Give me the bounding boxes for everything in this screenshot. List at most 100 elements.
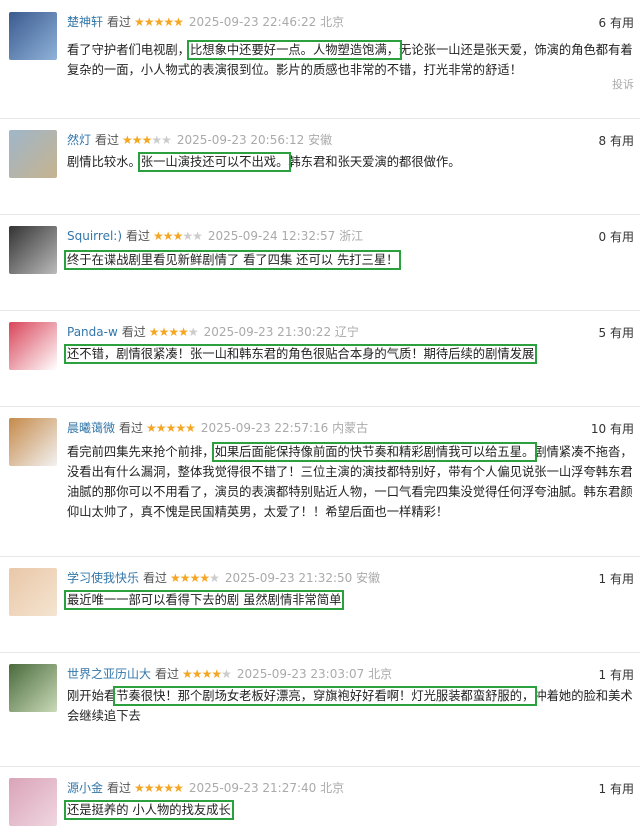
star-empty-icon: ★ [192, 229, 203, 243]
username-link[interactable]: 然灯 [67, 133, 91, 147]
star-filled-icon: ★ [165, 421, 177, 435]
star-empty-icon: ★ [187, 325, 199, 339]
username-link[interactable]: 源小金 [67, 781, 103, 795]
username-link[interactable]: Squirrel:) [67, 229, 122, 243]
review-time: 2025-09-23 22:46:22 北京 [188, 15, 345, 29]
star-filled-icon: ★ [155, 421, 167, 435]
avatar[interactable] [9, 226, 57, 274]
star-filled-icon: ★ [189, 571, 201, 585]
review-time: 2025-09-23 21:32:50 安徽 [224, 571, 381, 585]
star-filled-icon: ★ [153, 229, 164, 243]
highlighted-excerpt: 还是挺养的 小人物的找友成长 [64, 800, 234, 820]
username-link[interactable]: 世界之亚历山大 [67, 667, 151, 681]
review-meta: 世界之亚历山大 看过 ★★★★★ 2025-09-23 23:03:07 北京 [67, 666, 392, 682]
star-filled-icon: ★ [191, 667, 203, 681]
star-filled-icon: ★ [131, 133, 143, 147]
divider [0, 556, 640, 557]
watched-label: 看过 [95, 133, 120, 147]
divider [0, 766, 640, 767]
star-filled-icon: ★ [122, 133, 133, 147]
star-filled-icon: ★ [173, 781, 184, 795]
star-rating: ★★★★★ [122, 133, 172, 147]
star-rating: ★★★★★ [170, 571, 220, 585]
review-text-plain: 刚开始看 [67, 689, 117, 703]
useful-count[interactable]: 1 有用 [599, 780, 634, 797]
review-meta: 然灯 看过 ★★★★★ 2025-09-23 20:56:12 安徽 [67, 132, 332, 148]
useful-count[interactable]: 5 有用 [599, 324, 634, 341]
username-link[interactable]: Panda-w [67, 325, 118, 339]
review-meta: Squirrel:) 看过 ★★★★★ 2025-09-24 12:32:57 浙江 [67, 228, 363, 244]
review-text: 最近唯一一部可以看得下去的剧 虽然剧情非常简单 [63, 590, 633, 610]
star-filled-icon: ★ [185, 421, 196, 435]
star-rating: ★★★★★ [146, 421, 196, 435]
divider [0, 652, 640, 653]
useful-count[interactable]: 6 有用 [599, 14, 634, 31]
star-filled-icon: ★ [153, 781, 165, 795]
review-text: 刚开始看节奏很快！那个剧场女老板好漂亮，穿旗袍好好看啊！灯光服装都蛮舒服的，冲着… [67, 686, 633, 726]
star-filled-icon: ★ [175, 421, 186, 435]
avatar[interactable] [9, 322, 57, 370]
review-text: 还是挺养的 小人物的找友成长 [64, 800, 633, 820]
review-time: 2025-09-23 23:03:07 北京 [236, 667, 393, 681]
avatar[interactable] [9, 664, 57, 712]
watched-label: 看过 [126, 229, 151, 243]
review-text-plain: 看了守护者们电视剧， [67, 43, 190, 57]
useful-count[interactable]: 0 有用 [599, 228, 634, 245]
highlighted-excerpt: 还不错，剧情很紧凑！张一山和韩东君的角色很贴合本身的气质！期待后续的剧情发展 [63, 344, 538, 364]
watched-label: 看过 [121, 325, 146, 339]
star-filled-icon: ★ [163, 781, 174, 795]
useful-count[interactable]: 1 有用 [599, 666, 634, 683]
watched-label: 看过 [107, 781, 132, 795]
useful-count[interactable]: 10 有用 [591, 420, 634, 437]
star-filled-icon: ★ [162, 229, 174, 243]
review-text: 看完前四集先来抢个前排，如果后面能保持像前面的快节奏和精彩剧情我可以给五星。剧情… [67, 442, 633, 522]
star-filled-icon: ★ [178, 325, 189, 339]
review-meta: 楚神轩 看过 ★★★★★ 2025-09-23 22:46:22 北京 [67, 14, 344, 30]
username-link[interactable]: 晨曦蔼微 [67, 421, 115, 435]
review-time: 2025-09-23 21:27:40 北京 [188, 781, 345, 795]
avatar[interactable] [9, 778, 57, 826]
star-filled-icon: ★ [153, 15, 165, 29]
review-text: 剧情比较水。张一山演技还可以不出戏。韩东君和张天爱演的都很做作。 [67, 152, 633, 172]
review-meta: 源小金 看过 ★★★★★ 2025-09-23 21:27:40 北京 [67, 780, 344, 796]
highlighted-excerpt: 比想象中还要好一点。人物塑造饱满， [186, 40, 403, 60]
star-empty-icon: ★ [182, 229, 193, 243]
review-text: 看了守护者们电视剧，比想象中还要好一点。人物塑造饱满，无论张一山还是张天爱，饰演… [67, 40, 633, 80]
report-link[interactable]: 投诉 [612, 76, 634, 92]
review-meta: Panda-w 看过 ★★★★★ 2025-09-23 21:30:22 辽宁 [67, 324, 359, 340]
star-rating: ★★★★★ [134, 15, 184, 29]
highlighted-excerpt: 节奏很快！那个剧场女老板好漂亮，穿旗袍好好看啊！灯光服装都蛮舒服的， [113, 686, 538, 706]
watched-label: 看过 [155, 667, 180, 681]
star-filled-icon: ★ [211, 667, 222, 681]
useful-count[interactable]: 8 有用 [599, 132, 634, 149]
review-text-plain: 剧情比较水。 [67, 155, 141, 169]
star-rating: ★★★★★ [182, 667, 232, 681]
star-filled-icon: ★ [141, 133, 153, 147]
divider [0, 214, 640, 215]
review-text-plain: 韩东君和张天爱演的都很做作。 [288, 155, 461, 169]
avatar[interactable] [9, 130, 57, 178]
useful-count[interactable]: 1 有用 [599, 570, 634, 587]
star-filled-icon: ★ [168, 325, 179, 339]
avatar[interactable] [9, 418, 57, 466]
star-filled-icon: ★ [163, 15, 174, 29]
review-text: 还不错，剧情很紧凑！张一山和韩东君的角色很贴合本身的气质！期待后续的剧情发展 [63, 344, 633, 364]
review-meta: 晨曦蔼微 看过 ★★★★★ 2025-09-23 22:57:16 内蒙古 [67, 420, 368, 436]
star-filled-icon: ★ [158, 325, 170, 339]
username-link[interactable]: 学习使我快乐 [67, 571, 139, 585]
star-filled-icon: ★ [134, 15, 145, 29]
star-rating: ★★★★★ [134, 781, 184, 795]
username-link[interactable]: 楚神轩 [67, 15, 103, 29]
star-filled-icon: ★ [134, 781, 145, 795]
highlighted-excerpt: 张一山演技还可以不出戏。 [137, 152, 292, 172]
review-meta: 学习使我快乐 看过 ★★★★★ 2025-09-23 21:32:50 安徽 [67, 570, 380, 586]
star-empty-icon: ★ [151, 133, 162, 147]
review-text-plain: 看完前四集先来抢个前排， [67, 445, 215, 459]
avatar[interactable] [9, 568, 57, 616]
watched-label: 看过 [143, 571, 168, 585]
divider [0, 406, 640, 407]
star-filled-icon: ★ [148, 325, 160, 339]
star-filled-icon: ★ [146, 421, 157, 435]
divider [0, 118, 640, 119]
avatar[interactable] [9, 12, 57, 60]
